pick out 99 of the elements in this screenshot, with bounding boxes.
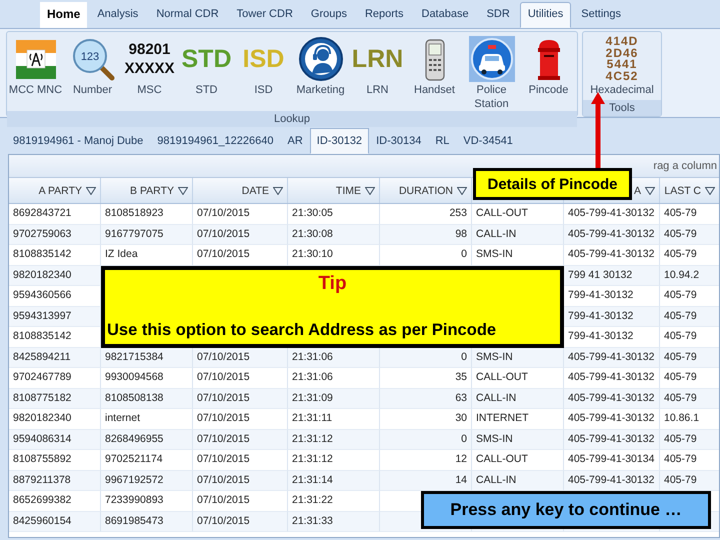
ribbon-button[interactable]: Handset (406, 32, 463, 111)
menu-tab[interactable]: Analysis (89, 2, 146, 28)
details-tooltip: Details of Pincode (473, 168, 632, 200)
table-cell: 9702759063 (9, 224, 101, 245)
table-cell: 21:31:12 (288, 430, 380, 450)
table-cell: 8691985473 (101, 512, 193, 532)
ribbon-button[interactable]: Pincode (520, 32, 577, 111)
table-cell: 405-79 (660, 388, 719, 409)
table-cell: 07/10/2015 (193, 224, 288, 245)
table-cell: 07/10/2015 (193, 388, 288, 409)
document-tab[interactable]: VD-34541 (456, 128, 520, 154)
table-cell: 405-79 (660, 306, 719, 327)
document-tab[interactable]: 9819194961 - Manoj Dube (6, 128, 150, 154)
table-cell: 8268496955 (101, 430, 193, 450)
table-cell: 63 (380, 388, 472, 409)
table-cell: 405-79 (660, 430, 719, 450)
filter-icon[interactable] (645, 186, 655, 194)
table-cell: 8425960154 (9, 512, 101, 532)
number-pattern-icon: 98201 XXXXX (124, 36, 175, 82)
menu-tab[interactable]: Database (414, 2, 477, 28)
ribbon-button[interactable]: Police Station (463, 32, 520, 111)
menu-tab[interactable]: SDR (478, 2, 518, 28)
column-header[interactable]: A PARTY (9, 178, 101, 203)
header-label: LAST C (664, 184, 701, 196)
filter-icon[interactable] (273, 186, 283, 194)
menu-tab[interactable]: Utilities (520, 2, 572, 28)
group-label: Tools (583, 100, 661, 116)
document-tab[interactable]: ID-30132 (310, 128, 370, 154)
hex-code-icon: 414D 2D46 5441 4C52 (606, 36, 638, 82)
menu-tab[interactable]: Reports (356, 2, 412, 28)
ribbon-button[interactable]: ISD ISD (235, 32, 292, 111)
filter-icon[interactable] (178, 186, 188, 194)
group-label: Lookup (7, 111, 577, 127)
table-cell: 9967192572 (101, 470, 193, 491)
tip-title: Tip (318, 272, 347, 294)
table-cell: 07/10/2015 (193, 470, 288, 491)
document-tab[interactable]: 9819194961_12226640 (150, 128, 281, 154)
table-cell: 8425894211 (9, 348, 101, 368)
headset-icon (298, 36, 344, 82)
table-cell: 21:31:14 (288, 470, 380, 491)
lettering-icon: ISD (242, 36, 284, 82)
header-label: DATE (242, 184, 269, 196)
table-cell: 21:30:08 (288, 224, 380, 245)
filter-icon[interactable] (705, 186, 715, 194)
ribbon-button[interactable]: 414D 2D46 5441 4C52 Hexadecimal (583, 32, 661, 100)
table-cell: 405-799-41-30132 (564, 430, 660, 450)
lettering-icon: STD (182, 36, 232, 82)
table-cell: 98 (380, 224, 472, 245)
group-panel-hint: rag a column (653, 160, 718, 172)
header-label: TIME (336, 184, 361, 196)
menu-tab[interactable]: Settings (573, 2, 630, 28)
menu-tab[interactable]: Tower CDR (228, 2, 301, 28)
document-tab[interactable]: RL (428, 128, 456, 154)
table-cell: 405-799-41-30132 (564, 348, 660, 368)
ribbon-button[interactable]: 98201 XXXXX MSC (121, 32, 178, 111)
table-cell: 21:31:33 (288, 512, 380, 532)
document-tab[interactable]: AR (280, 128, 310, 154)
column-header[interactable]: TIME (288, 178, 380, 203)
continue-toast: Press any key to continue … (421, 491, 711, 529)
column-header[interactable]: DATE (193, 178, 288, 203)
table-cell: 10.94.2 (660, 266, 719, 286)
header-label: DURATION (398, 184, 453, 196)
table-cell: 9167797075 (101, 224, 193, 245)
table-cell: 405-799-41-30132 (564, 224, 660, 245)
filter-icon[interactable] (365, 186, 375, 194)
ribbon-button[interactable]: STD STD (178, 32, 235, 111)
document-tab[interactable]: ID-30134 (369, 128, 428, 154)
column-header[interactable]: LAST C (660, 178, 719, 203)
lettering-icon: LRN (352, 36, 404, 82)
table-cell: 21:31:09 (288, 388, 380, 409)
menu-tab[interactable]: Home (40, 2, 88, 28)
column-header[interactable]: DURATION (380, 178, 472, 203)
filter-icon[interactable] (457, 186, 467, 194)
table-cell: 07/10/2015 (193, 512, 288, 532)
table-cell: SMS-IN (472, 430, 564, 450)
table-cell: 405-79 (660, 224, 719, 245)
menu-tab[interactable]: Normal CDR (148, 2, 227, 28)
tip-text: Use this option to search Address as per Pincode (107, 320, 496, 340)
column-header[interactable]: B PARTY (101, 178, 193, 203)
table-cell: 07/10/2015 (193, 430, 288, 450)
header-label: A PARTY (38, 184, 82, 196)
ribbon-button[interactable]: Marketing (292, 32, 349, 111)
table-cell: 0 (380, 430, 472, 450)
menu-tab[interactable]: Groups (302, 2, 355, 28)
table-cell: 405-799-41-30132 (564, 388, 660, 409)
filter-icon[interactable] (86, 186, 96, 194)
table-cell: 8879211378 (9, 470, 101, 491)
header-label: A (634, 184, 641, 196)
police-car-icon (468, 36, 514, 82)
ribbon-button[interactable]: LRN LRN (349, 32, 406, 111)
ribbon-button[interactable]: 123 Number (64, 32, 121, 111)
table-cell: CALL-IN (472, 224, 564, 245)
header-label: B PARTY (130, 184, 174, 196)
table-cell: 8108775182 (9, 388, 101, 409)
table-cell: 8108508138 (101, 388, 193, 409)
table-cell: CALL-IN (472, 388, 564, 409)
table-cell: 405-79 (660, 348, 719, 368)
ribbon-button[interactable]: MCC MNC (7, 32, 64, 111)
table-cell: 9594086314 (9, 430, 101, 450)
